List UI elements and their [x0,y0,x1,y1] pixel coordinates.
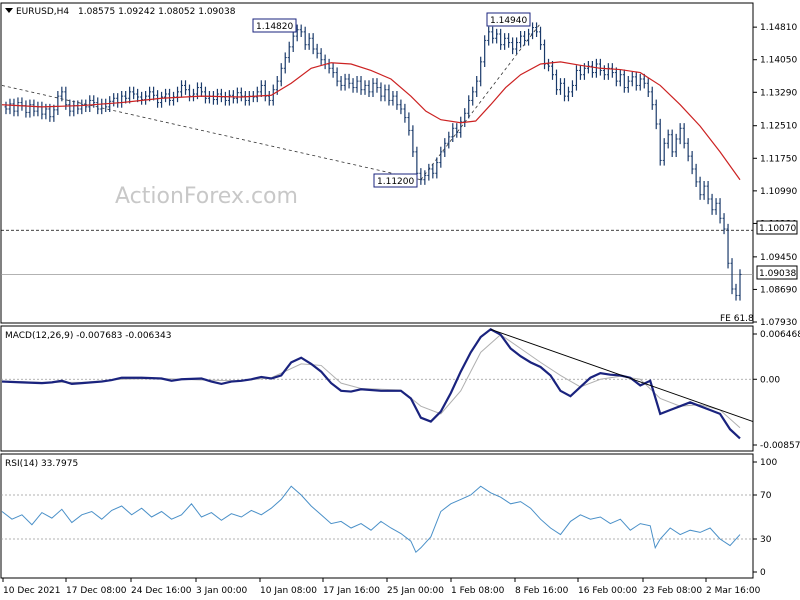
macd-title: MACD(12,26,9) -0.007683 -0.006343 [5,331,171,341]
ohlc-values: 1.08575 1.09242 1.08052 1.09038 [78,7,236,17]
macd-main-line [1,327,741,440]
x-tick-label: 24 Dec 16:00 [131,586,192,596]
x-tick-label: 17 Jan 16:00 [323,586,380,596]
rsi-line [1,485,741,554]
x-axis-labels: 10 Dec 2021 17 Dec 08:00 24 Dec 16:00 3 Jan… [2,578,761,596]
macd-signal-series [1,334,741,429]
price-tick-label: 1.13290 [760,88,797,98]
moving-average-line [1,61,741,181]
chart-menu-arrow-icon[interactable] [5,8,13,13]
price-tick-label: 1.10990 [760,187,797,197]
last-price-label: 1.09038 [759,269,796,279]
price-trendline [1,23,541,181]
x-tick-label: 3 Jan 00:00 [196,586,248,596]
x-tick-label: 8 Feb 16:00 [515,586,569,596]
chart-canvas: ActionForex.com 1.148101.140501.132901.1… [0,2,800,596]
rsi-tick-label: 0 [760,568,766,578]
x-tick-label: 16 Feb 00:00 [578,586,637,596]
price-y-ticks: 1.14810 1.14050 1.13290 1.12510 1.11750 1.109… [753,23,797,328]
rsi-tick-label: 30 [760,535,772,545]
price-tick-label: 1.14050 [760,56,797,66]
macd-trendline [490,328,754,422]
price-tick-label: 1.12510 [760,122,797,132]
x-tick-label: 2 Mar 16:00 [706,586,761,596]
x-tick-label: 17 Dec 08:00 [66,586,127,596]
price-annotation-label: 1.14820 [256,22,293,32]
price-grid [1,229,753,275]
x-tick-label: 10 Jan 08:00 [260,586,317,596]
macd-signal-line [1,334,741,429]
macd-tick-label: 0.006468 [760,330,800,340]
falling-trendline [1,85,421,181]
rsi-tick-label: 100 [760,458,777,468]
price-annotation-label: 1.14940 [490,16,527,26]
rsi-panel-frame [0,453,754,579]
x-tick-label: 23 Feb 08:00 [643,586,702,596]
rsi-title: RSI(14) 33.7975 [5,459,78,469]
price-tick-label: 1.08690 [760,285,797,295]
macd-tick-label: -0.008573 [760,441,800,451]
price-tick-label: 1.07930 [760,318,797,328]
price-tick-label: 1.14810 [760,23,797,33]
rising-trendline [420,23,541,180]
x-tick-label: 10 Dec 2021 [3,586,61,596]
price-tick-label: 1.09450 [760,253,797,263]
watermark: ActionForex.com [115,184,298,209]
x-tick-label: 1 Feb 08:00 [451,586,505,596]
macd-trend-line [490,328,754,422]
x-tick-label: 25 Jan 00:00 [387,586,444,596]
price-tick-label: 1.11750 [760,154,797,164]
rsi-y-ticks: 100 70 30 0 [753,458,777,578]
macd-y-ticks: 0.006468 0.00 -0.008573 [753,330,800,451]
symbol-label: EURUSD,H4 [16,7,69,17]
rsi-series [1,485,741,554]
price-annotation-label: 1.11200 [377,177,414,187]
fe-label: FE 61.8 [720,314,754,324]
macd-panel-frame [0,325,754,452]
rsi-tick-label: 70 [760,491,772,501]
price-series [4,22,742,301]
chart-title: EURUSD,H4 1.08575 1.09242 1.08052 1.0903… [16,7,236,17]
level-label: 1.10070 [759,224,796,234]
moving-average-series [1,61,741,181]
rsi-grid [1,494,753,540]
macd-main-series [1,327,741,440]
macd-tick-label: 0.00 [760,375,780,385]
price-panel-frame [0,2,754,324]
